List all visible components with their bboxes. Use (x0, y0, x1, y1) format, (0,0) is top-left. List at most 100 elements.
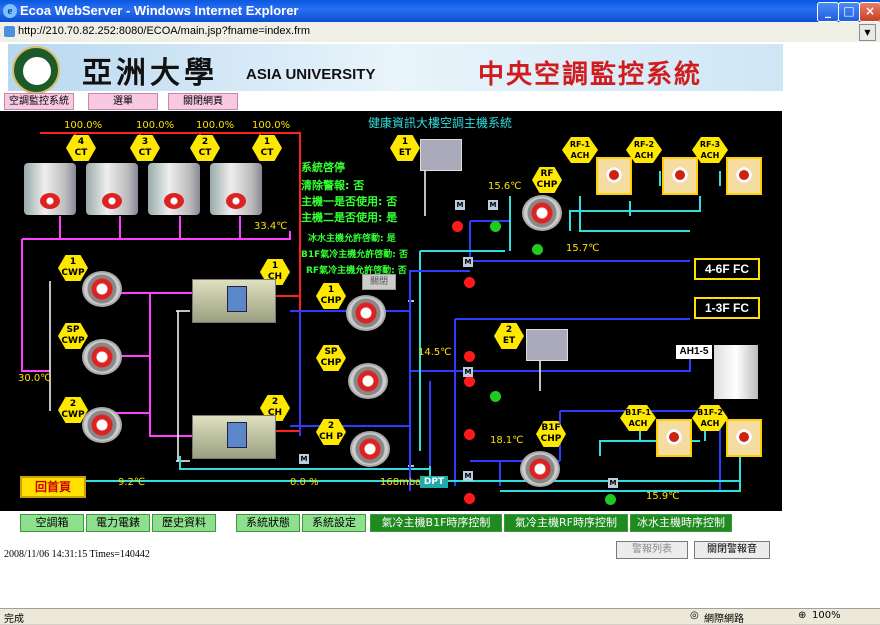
permit-b1f: B1F氣冷主機允許啓動: 否 (301, 250, 409, 260)
close-alarm-sound-button[interactable]: 關閉警報音 (694, 541, 770, 559)
alarm-list-button[interactable]: 警報列表 (616, 541, 688, 559)
status-dot-red (452, 221, 463, 232)
status-dot-green (605, 494, 616, 505)
fc-4-6f[interactable]: 4-6F FC (694, 258, 760, 280)
cwp-2-pump[interactable] (82, 407, 122, 443)
rf-2-ach-unit[interactable] (662, 157, 698, 195)
status-dot-red (464, 351, 475, 362)
return-temp: 9.2℃ (118, 477, 146, 488)
chp-2-pump[interactable] (350, 431, 390, 467)
cooling-tower-4[interactable] (24, 163, 76, 215)
rf-3-ach-unit[interactable] (726, 157, 762, 195)
ct-1-percent: 100.0% (252, 120, 291, 131)
ct-3-percent: 100.0% (136, 120, 175, 131)
chw-temp: 14.5℃ (418, 347, 452, 358)
system-title: 中央空調監控系統 (478, 60, 703, 90)
timestamp: 2008/11/06 14:31:15 Times=140442 (4, 549, 150, 560)
ct-outlet-temp: 33.4℃ (254, 221, 288, 232)
diagram-title: 健康資訊大樓空調主機系統 (368, 116, 513, 130)
nav-b1f-schedule[interactable]: 氣冷主機B1F時序控制 (370, 514, 502, 532)
motor-valve-icon[interactable]: M (463, 257, 473, 267)
nav-system-settings[interactable]: 系統設定 (302, 514, 366, 532)
motor-valve-icon[interactable]: M (455, 200, 465, 210)
minimize-icon[interactable]: _ (817, 2, 839, 22)
b1f-2-ach-unit[interactable] (726, 419, 762, 457)
rf-chp-pump[interactable] (522, 195, 562, 231)
university-name-cn: 亞洲大學 (82, 56, 218, 91)
status-dot-red (464, 277, 475, 288)
chp-sp-pump[interactable] (348, 363, 388, 399)
nav-close-page[interactable]: 關閉網頁 (168, 93, 238, 110)
permit-rf: RF氣冷主機允許啓動: 否 (306, 266, 407, 276)
motor-valve-icon[interactable]: M (488, 200, 498, 210)
status-chiller-1: 主機一是否使用: 否 (301, 195, 398, 208)
status-dot-green (490, 221, 501, 232)
cw-temp: 30.0℃ (18, 373, 52, 384)
chp-1-pump[interactable] (346, 295, 386, 331)
status-dot-green (532, 244, 543, 255)
nav-system-status[interactable]: 系統狀態 (236, 514, 300, 532)
window-title: Ecoa WebServer - Windows Internet Explor… (20, 3, 299, 18)
expansion-tank-2[interactable] (526, 329, 568, 361)
chiller-1[interactable] (192, 279, 276, 323)
nav-hvac-monitor[interactable]: 空調監控系統 (4, 93, 74, 110)
nav-power-meter[interactable]: 電力電錶 (86, 514, 150, 532)
b1f-chp-pump[interactable] (520, 451, 560, 487)
ie-icon: e (3, 4, 17, 18)
motor-valve-icon[interactable]: M (608, 478, 618, 488)
b1f-temp: 18.1℃ (490, 435, 524, 446)
zoom-icon[interactable]: ⊕ (798, 610, 806, 621)
university-name-en: ASIA UNIVERSITY (246, 66, 376, 83)
nav-air-handler[interactable]: 空調箱 (20, 514, 84, 532)
hvac-diagram: 健康資訊大樓空調主機系統 100.0% 100.0% 100.0% 100.0%… (0, 111, 782, 511)
status-title: 系統啓停 (301, 161, 345, 174)
cooling-tower-2[interactable] (148, 163, 200, 215)
globe-icon: ◎ (690, 610, 699, 621)
cooling-tower-1[interactable] (210, 163, 262, 215)
status-dot-red (464, 493, 475, 504)
ct-4-percent: 100.0% (64, 120, 103, 131)
permit-chw: 冰水主機允許啓動: 是 (308, 234, 396, 244)
rf-top-temp: 15.6℃ (488, 181, 522, 192)
air-handler-unit[interactable] (714, 345, 758, 399)
cooling-tower-3[interactable] (86, 163, 138, 215)
window-title-bar[interactable]: e Ecoa WebServer - Windows Internet Expl… (0, 0, 880, 22)
rf-1-ach-unit[interactable] (596, 157, 632, 195)
cwp-sp-pump[interactable] (82, 339, 122, 375)
b1f-bottom-temp: 15.9℃ (646, 491, 680, 502)
address-url[interactable]: http://210.70.82.252:8080/ECOA/main.jsp?… (18, 25, 310, 37)
nav-chiller-schedule[interactable]: 冰水主機時序控制 (630, 514, 732, 532)
chiller-2[interactable] (192, 415, 276, 459)
close-icon[interactable]: × (859, 2, 880, 22)
status-clear-alarm: 清除警報: 否 (301, 179, 365, 192)
status-dot-red (464, 376, 475, 387)
expansion-tank-1[interactable] (420, 139, 462, 171)
motor-valve-icon[interactable]: M (299, 454, 309, 464)
reset-button[interactable]: 關閉 (362, 274, 396, 290)
zoom-level[interactable]: 100% (812, 610, 841, 621)
nav-history[interactable]: 歷史資料 (152, 514, 216, 532)
page-icon (4, 26, 15, 37)
cwp-1-pump[interactable] (82, 271, 122, 307)
dpt-label: DPT (420, 476, 448, 488)
status-dot-red (464, 429, 475, 440)
status-bar: 完成 ◎ 網際網路 ⊕ 100% (0, 608, 880, 625)
ah-label: AH1-5 (676, 345, 712, 359)
status-chiller-2: 主機二是否使用: 是 (301, 211, 398, 224)
motor-valve-icon[interactable]: M (463, 367, 473, 377)
nav-rf-schedule[interactable]: 氣冷主機RF時序控制 (504, 514, 628, 532)
home-button[interactable]: 回首頁 (20, 476, 86, 498)
nav-menu[interactable]: 選單 (88, 93, 158, 110)
pressure-readout: 168mbar (380, 477, 426, 488)
address-dropdown-icon[interactable]: ▼ (859, 24, 876, 41)
b1f-1-ach-unit[interactable] (656, 419, 692, 457)
ct-2-percent: 100.0% (196, 120, 235, 131)
rf-bottom-temp: 15.7℃ (566, 243, 600, 254)
university-logo (12, 46, 60, 94)
fc-1-3f[interactable]: 1-3F FC (694, 297, 760, 319)
address-bar[interactable]: http://210.70.82.252:8080/ECOA/main.jsp?… (0, 22, 880, 43)
maximize-icon[interactable]: □ (838, 2, 860, 22)
motor-valve-icon[interactable]: M (463, 471, 473, 481)
status-dot-green (490, 391, 501, 402)
valve-percent: 0.0 % (290, 477, 319, 488)
